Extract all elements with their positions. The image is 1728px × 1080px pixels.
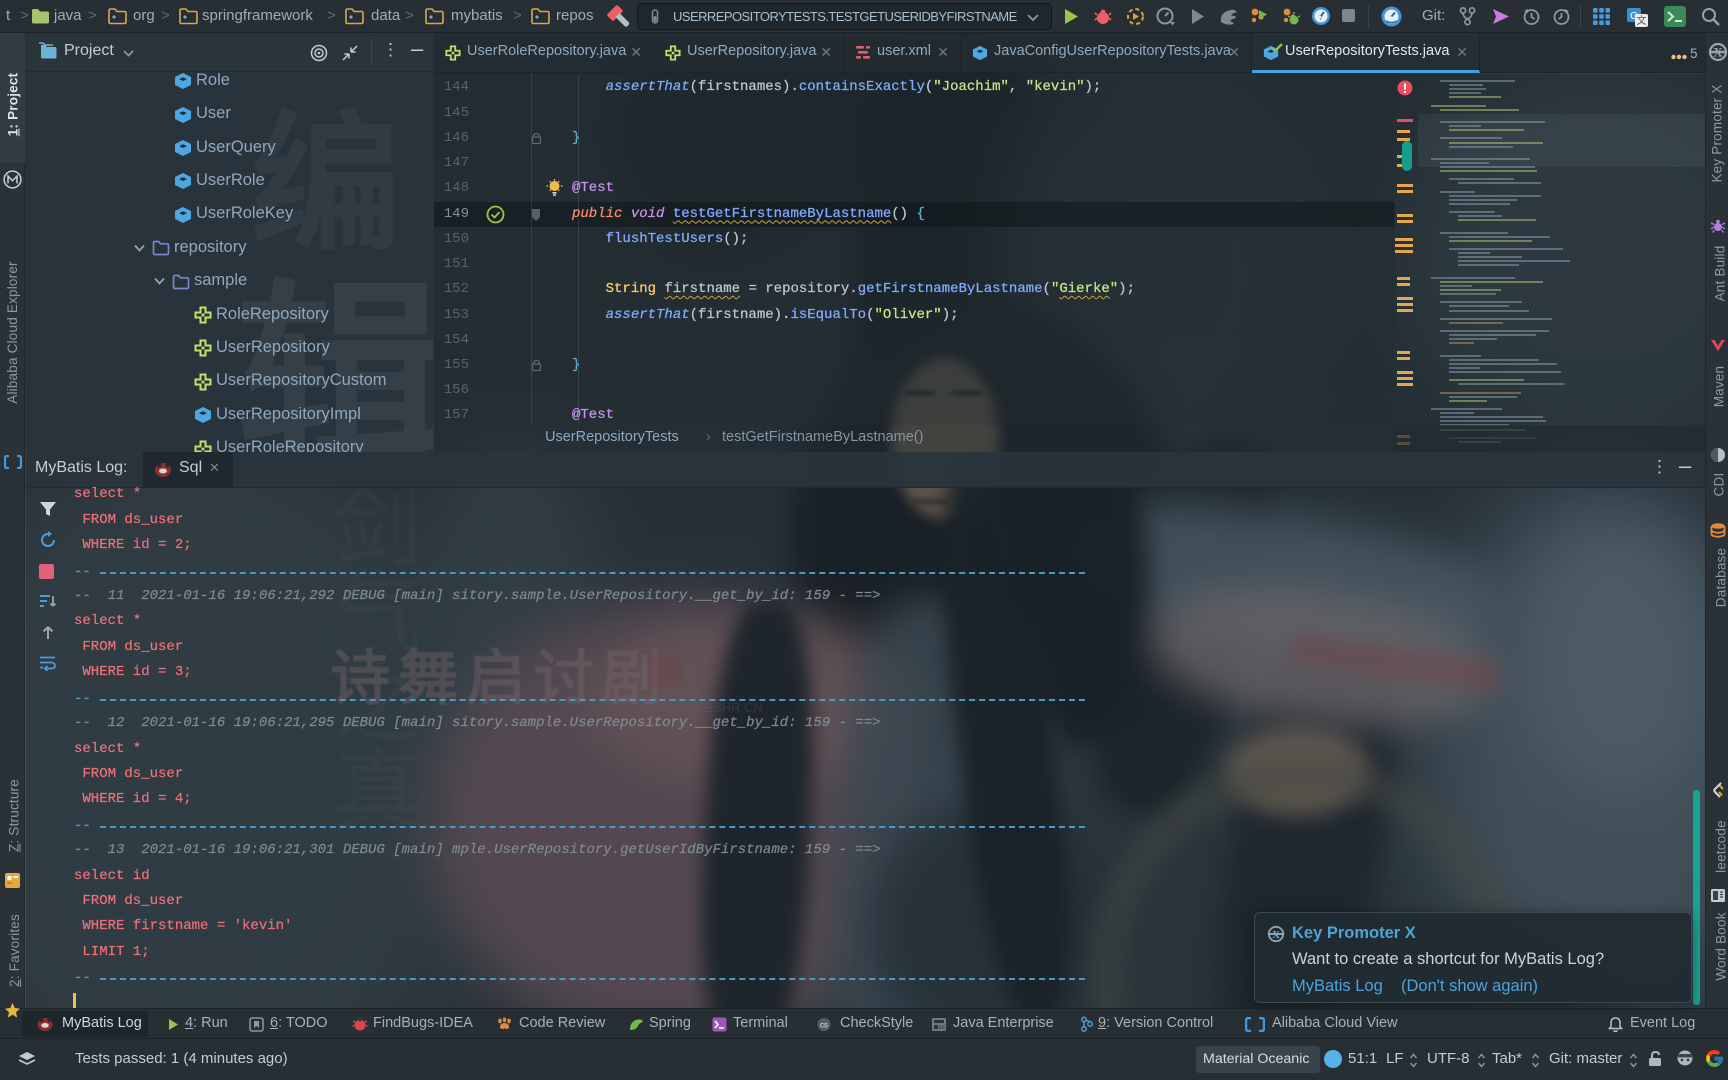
svg-text:文: 文 xyxy=(1637,14,1647,27)
svg-text:X: X xyxy=(1272,929,1280,941)
svg-text:7: 7 xyxy=(1319,15,1323,22)
svg-text:cs: cs xyxy=(820,1021,828,1030)
svg-text:X: X xyxy=(1713,45,1723,60)
svg-text:EE: EE xyxy=(939,1025,946,1031)
